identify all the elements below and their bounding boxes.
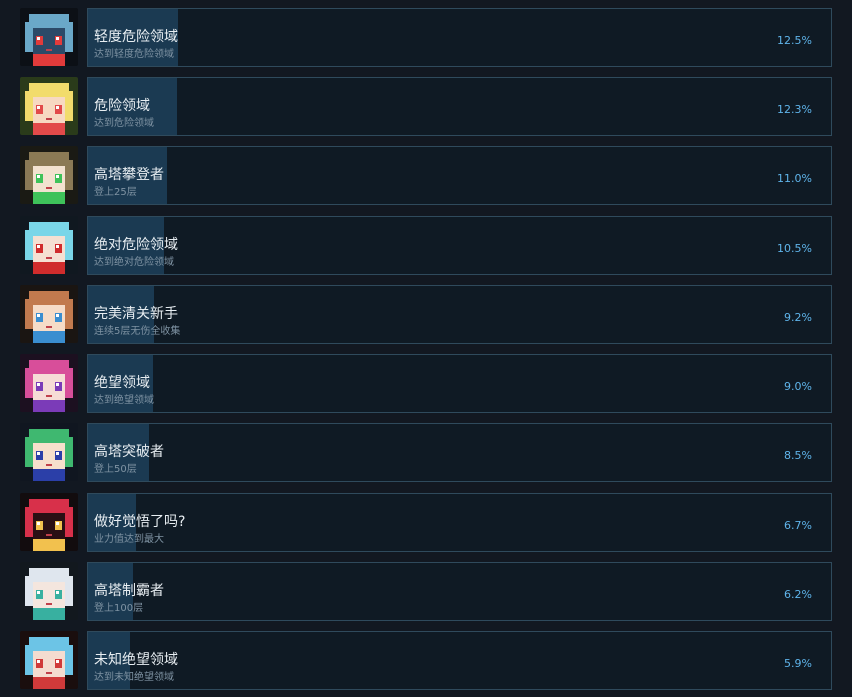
unlock-percentage: 9.2% bbox=[784, 311, 812, 324]
achievement-description: 达到危险领域 bbox=[94, 118, 154, 129]
achievement-row[interactable]: 绝望领域达到绝望领域 9.0% bbox=[20, 354, 832, 413]
achievement-title: 未知绝望领域 bbox=[94, 652, 178, 668]
achievement-title: 高塔制霸者 bbox=[94, 583, 164, 599]
brown-hair-girl-avatar-icon bbox=[20, 285, 78, 343]
achievement-row[interactable]: 做好觉悟了吗? 业力值达到最大 6.7% bbox=[20, 493, 832, 552]
unlock-percentage: 6.2% bbox=[784, 588, 812, 601]
unlock-percentage: 12.5% bbox=[777, 34, 812, 47]
achievement-row[interactable]: 轻度危险领域达到轻度危险领域 12.5% bbox=[20, 8, 832, 67]
achievement-description: 达到绝对危险领域 bbox=[94, 257, 174, 268]
achievement-description: 业力值达到最大 bbox=[94, 534, 164, 545]
achievement-description: 登上25层 bbox=[94, 187, 137, 198]
achievement-title: 绝望领域 bbox=[94, 375, 150, 391]
white-hair-girl-avatar-icon bbox=[20, 562, 78, 620]
green-eyed-girl-avatar-icon bbox=[20, 146, 78, 204]
achievement-card: 绝对危险领域达到绝对危险领域 10.5% bbox=[87, 216, 832, 275]
achievement-row[interactable]: 绝对危险领域达到绝对危险领域 10.5% bbox=[20, 216, 832, 275]
achievement-card: 绝望领域达到绝望领域 9.0% bbox=[87, 354, 832, 413]
unlock-percentage: 6.7% bbox=[784, 519, 812, 532]
unlock-percentage: 9.0% bbox=[784, 380, 812, 393]
achievement-row[interactable]: 完美清关新手连续5层无伤全收集 9.2% bbox=[20, 285, 832, 344]
unlock-percentage: 5.9% bbox=[784, 657, 812, 670]
achievement-description: 登上50层 bbox=[94, 464, 137, 475]
achievement-description: 连续5层无伤全收集 bbox=[94, 326, 181, 337]
achievement-card: 高塔突破者登上50层 8.5% bbox=[87, 423, 832, 482]
achievement-description: 登上100层 bbox=[94, 603, 144, 614]
achievement-row[interactable]: 未知绝望领域达到未知绝望领域 5.9% bbox=[20, 631, 832, 690]
achievement-card: 危险领域达到危险领域 12.3% bbox=[87, 77, 832, 136]
achievement-row[interactable]: 危险领域达到危险领域 12.3% bbox=[20, 77, 832, 136]
blonde-girl-avatar-icon bbox=[20, 77, 78, 135]
unlock-percentage: 11.0% bbox=[777, 172, 812, 185]
achievement-title: 完美清关新手 bbox=[94, 306, 178, 322]
achievement-title: 危险领域 bbox=[94, 98, 150, 114]
achievement-card: 完美清关新手连续5层无伤全收集 9.2% bbox=[87, 285, 832, 344]
knight-skull-avatar-icon bbox=[20, 8, 78, 66]
unlock-percentage: 10.5% bbox=[777, 242, 812, 255]
achievement-row[interactable]: 高塔制霸者登上100层 6.2% bbox=[20, 562, 832, 621]
cyan-hair-girl-avatar-icon bbox=[20, 216, 78, 274]
unlock-percentage: 12.3% bbox=[777, 103, 812, 116]
horned-cyan-girl-avatar-icon bbox=[20, 631, 78, 689]
achievement-description: 达到绝望领域 bbox=[94, 395, 154, 406]
achievement-card: 高塔攀登者登上25层 11.0% bbox=[87, 146, 832, 205]
achievement-description: 达到未知绝望领域 bbox=[94, 672, 174, 683]
achievement-description: 达到轻度危险领域 bbox=[94, 49, 174, 60]
achievement-card: 高塔制霸者登上100层 6.2% bbox=[87, 562, 832, 621]
achievement-title: 高塔突破者 bbox=[94, 444, 164, 460]
pink-hair-girl-avatar-icon bbox=[20, 354, 78, 412]
achievement-card: 轻度危险领域达到轻度危险领域 12.5% bbox=[87, 8, 832, 67]
red-demon-hood-avatar-icon bbox=[20, 493, 78, 551]
achievement-title: 高塔攀登者 bbox=[94, 167, 164, 183]
achievement-card: 做好觉悟了吗? 业力值达到最大 6.7% bbox=[87, 493, 832, 552]
achievement-row[interactable]: 高塔攀登者登上25层 11.0% bbox=[20, 146, 832, 205]
achievement-title: 做好觉悟了吗? bbox=[94, 514, 186, 530]
achievement-title: 绝对危险领域 bbox=[94, 237, 178, 253]
witch-girl-avatar-icon bbox=[20, 423, 78, 481]
achievement-title: 轻度危险领域 bbox=[94, 29, 178, 45]
achievement-row[interactable]: 高塔突破者登上50层 8.5% bbox=[20, 423, 832, 482]
achievement-card: 未知绝望领域达到未知绝望领域 5.9% bbox=[87, 631, 832, 690]
unlock-percentage: 8.5% bbox=[784, 449, 812, 462]
